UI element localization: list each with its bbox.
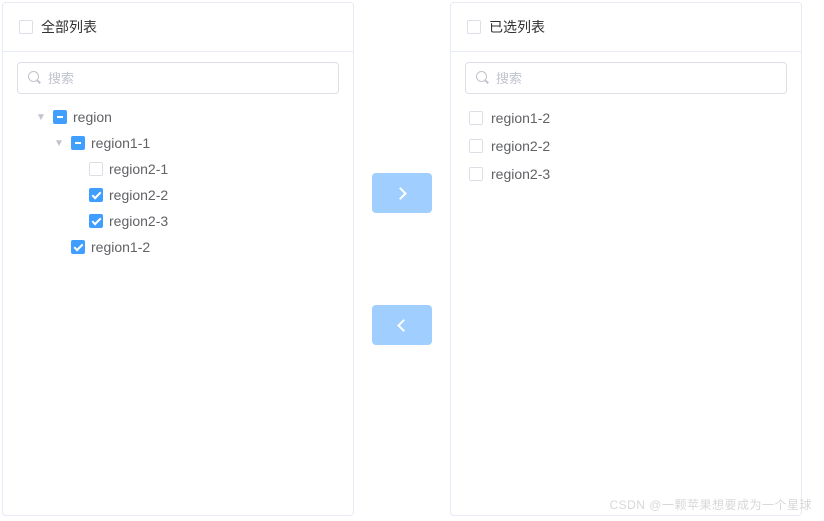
move-right-button[interactable] [372, 173, 432, 213]
search-icon [28, 71, 42, 85]
caret-down-icon[interactable]: ▼ [35, 111, 47, 123]
source-search-input[interactable] [48, 71, 328, 86]
list-item[interactable]: region2-3 [465, 160, 787, 188]
tree-node-label: region1-2 [91, 239, 150, 255]
tree-node-region2-2[interactable]: region2-2 [17, 182, 339, 208]
caret-down-icon[interactable]: ▼ [53, 137, 65, 149]
tree-checkbox[interactable] [71, 240, 85, 254]
tree-node-region2-1[interactable]: region2-1 [17, 156, 339, 182]
move-left-button[interactable] [372, 305, 432, 345]
source-panel-body: ▼ region ▼ region1-1 region2-1 [3, 52, 353, 515]
list-item-label: region1-2 [491, 110, 550, 126]
target-panel-body: region1-2 region2-2 region2-3 [451, 52, 801, 515]
source-panel-title: 全部列表 [41, 17, 97, 37]
tree-node-region2-3[interactable]: region2-3 [17, 208, 339, 234]
watermark-text: CSDN @一颗苹果想要成为一个星球 [609, 496, 812, 513]
tree-node-region[interactable]: ▼ region [17, 104, 339, 130]
list-item-label: region2-3 [491, 166, 550, 182]
transfer-buttons [372, 173, 432, 345]
list-item[interactable]: region2-2 [465, 132, 787, 160]
list-checkbox[interactable] [469, 167, 483, 181]
target-select-all-checkbox[interactable] [467, 20, 481, 34]
search-icon [476, 71, 490, 85]
tree-checkbox[interactable] [89, 162, 103, 176]
list-item-label: region2-2 [491, 138, 550, 154]
tree-checkbox[interactable] [53, 110, 67, 124]
tree-node-region1-1[interactable]: ▼ region1-1 [17, 130, 339, 156]
chevron-right-icon [394, 187, 407, 200]
tree-node-label: region2-3 [109, 213, 168, 229]
target-search-input[interactable] [496, 71, 776, 86]
tree-checkbox[interactable] [89, 214, 103, 228]
tree-node-label: region1-1 [91, 135, 150, 151]
tree-node-label: region2-2 [109, 187, 168, 203]
tree-checkbox[interactable] [89, 188, 103, 202]
tree-node-label: region2-1 [109, 161, 168, 177]
chevron-left-icon [397, 319, 410, 332]
target-panel-header: 已选列表 [451, 3, 801, 52]
source-panel-header: 全部列表 [3, 3, 353, 52]
tree-node-label: region [73, 109, 112, 125]
target-panel-title: 已选列表 [489, 17, 545, 37]
source-panel: 全部列表 ▼ region ▼ region1-1 [2, 2, 354, 516]
source-tree: ▼ region ▼ region1-1 region2-1 [17, 104, 339, 260]
tree-node-region1-2[interactable]: region1-2 [17, 234, 339, 260]
source-select-all-checkbox[interactable] [19, 20, 33, 34]
list-checkbox[interactable] [469, 111, 483, 125]
target-search-wrapper[interactable] [465, 62, 787, 94]
tree-checkbox[interactable] [71, 136, 85, 150]
source-search-wrapper[interactable] [17, 62, 339, 94]
list-checkbox[interactable] [469, 139, 483, 153]
transfer-container: 全部列表 ▼ region ▼ region1-1 [2, 2, 822, 516]
target-panel: 已选列表 region1-2 region2-2 region2-3 [450, 2, 802, 516]
list-item[interactable]: region1-2 [465, 104, 787, 132]
